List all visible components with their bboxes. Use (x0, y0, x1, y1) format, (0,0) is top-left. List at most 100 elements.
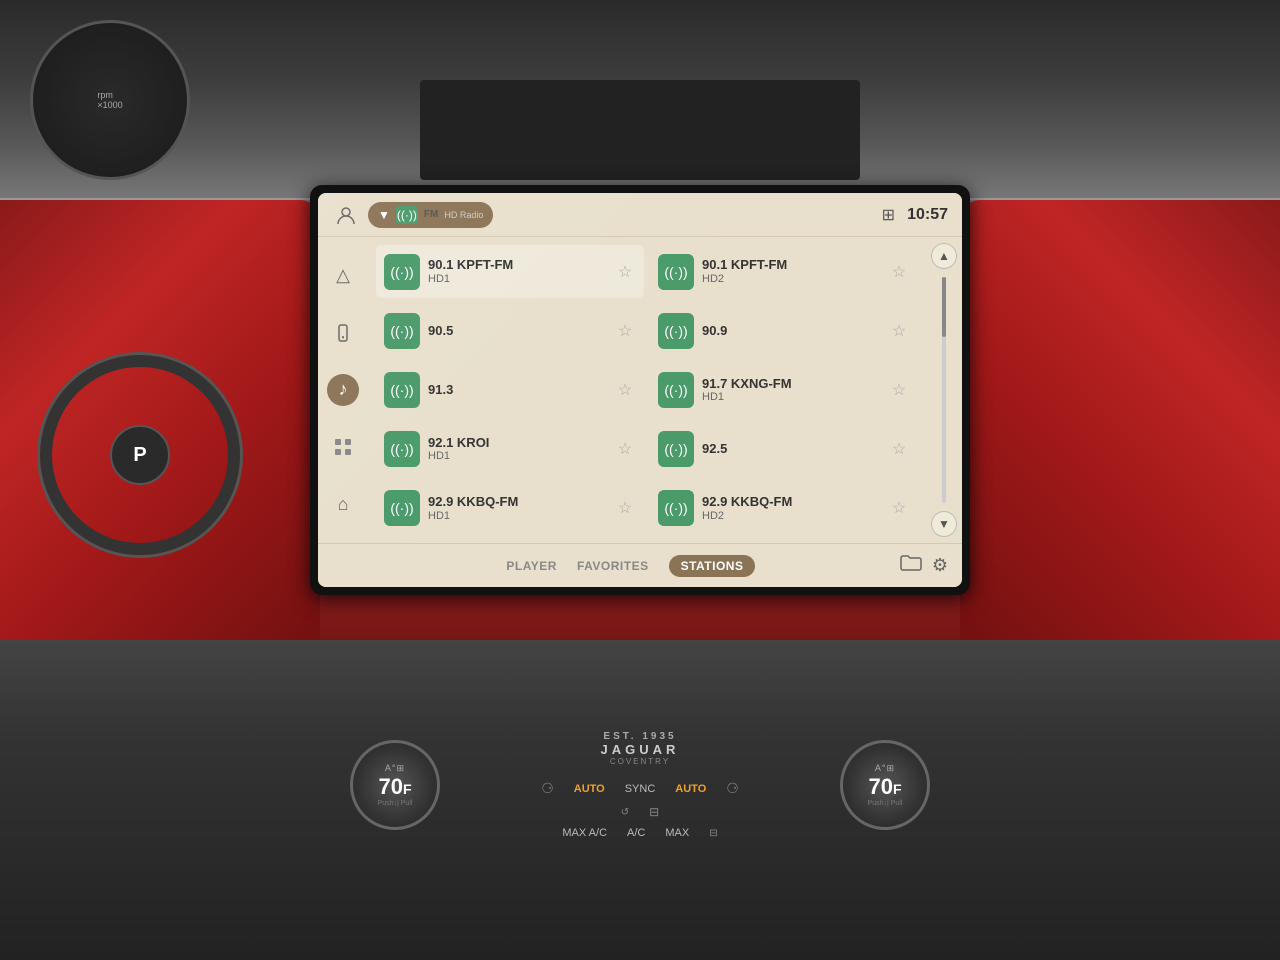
station-freq: 91.7 KXNG-FM (702, 376, 880, 392)
station-signal-btn[interactable]: ((·)) (384, 372, 420, 408)
dashboard-bottom: A°⊞ 70F Push↓| Pull EST. 1935 JAGUAR COV… (0, 640, 1280, 960)
signal-waves-icon: ((·)) (664, 441, 687, 457)
station-item[interactable]: ((·)) 92.9 KKBQ-FM HD1 ☆ (376, 482, 644, 535)
signal-waves-icon: ((·)) (390, 500, 413, 516)
station-item[interactable]: ((·)) 90.5 ☆ (376, 304, 644, 357)
station-sub: HD1 (428, 273, 606, 286)
user-icon[interactable] (332, 201, 360, 229)
tab-player[interactable]: PLAYER (506, 559, 557, 573)
nav-icon[interactable]: △ (327, 260, 359, 292)
station-signal-btn[interactable]: ((·)) (658, 490, 694, 526)
right-temp-sub: Push↓| Pull (868, 800, 903, 807)
right-temp-knob[interactable]: A°⊞ 70F Push↓| Pull (840, 740, 930, 830)
screen-bezel: ▼ ((·)) FM HD Radio ⊞ 10:57 (310, 185, 970, 595)
climate-center: EST. 1935 JAGUAR COVENTRY ⚆ AUTO SYNC AU… (440, 731, 840, 839)
station-sub: HD2 (702, 510, 880, 523)
favorite-star-btn[interactable]: ☆ (614, 497, 636, 519)
favorite-star-btn[interactable]: ☆ (614, 261, 636, 283)
signal-waves-icon: ((·)) (664, 382, 687, 398)
station-freq: 90.1 KPFT-FM (428, 257, 606, 273)
screen-header: ▼ ((·)) FM HD Radio ⊞ 10:57 (318, 193, 962, 237)
recirculate-icon[interactable]: ↺ (621, 807, 629, 818)
fan-icon[interactable]: ⚆ (541, 780, 554, 797)
settings-icon[interactable]: ⚙ (932, 555, 948, 576)
climate-sync-label: SYNC (625, 783, 656, 795)
left-temp-knob[interactable]: A°⊞ 70F Push↓| Pull (350, 740, 440, 830)
scroll-down-button[interactable]: ▼ (931, 511, 957, 537)
station-item[interactable]: ((·)) 92.9 KKBQ-FM HD2 ☆ (650, 482, 918, 535)
station-signal-btn[interactable]: ((·)) (384, 490, 420, 526)
favorite-star-btn[interactable]: ☆ (614, 379, 636, 401)
scrollbar-area: ▲ ▼ (926, 237, 962, 543)
max-ac-label[interactable]: MAX A/C (562, 827, 607, 839)
phone-icon[interactable] (327, 317, 359, 349)
clock-display: 10:57 (907, 206, 948, 224)
station-item[interactable]: ((·)) 92.1 KROI HD1 ☆ (376, 423, 644, 476)
footer-tabs: PLAYER FAVORITES STATIONS (506, 555, 755, 577)
station-signal-btn[interactable]: ((·)) (658, 372, 694, 408)
scrollbar-track (942, 277, 946, 503)
signal-icon: ((·)) (396, 206, 418, 224)
station-info: 92.1 KROI HD1 (428, 435, 606, 464)
heat-seat-icon[interactable]: ⊟ (649, 805, 659, 819)
source-selector[interactable]: ▼ ((·)) FM HD Radio (368, 202, 493, 228)
favorite-star-btn[interactable]: ☆ (614, 320, 636, 342)
rear-fan-icon[interactable]: ⚆ (726, 780, 739, 797)
left-temp-sub: Push↓| Pull (378, 800, 413, 807)
station-item[interactable]: ((·)) 91.3 ☆ (376, 363, 644, 416)
station-item[interactable]: ((·)) 90.1 KPFT-FM HD2 ☆ (650, 245, 918, 298)
favorite-star-btn[interactable]: ☆ (888, 438, 910, 460)
station-signal-btn[interactable]: ((·)) (658, 313, 694, 349)
station-sub: HD1 (428, 510, 606, 523)
max-heat-label[interactable]: MAX (665, 827, 689, 839)
infotainment-screen: ▼ ((·)) FM HD Radio ⊞ 10:57 (318, 193, 962, 587)
apps-icon[interactable] (327, 431, 359, 463)
station-freq: 90.1 KPFT-FM (702, 257, 880, 273)
left-temp-value: 70F (378, 774, 413, 800)
station-signal-btn[interactable]: ((·)) (658, 254, 694, 290)
screen-footer: PLAYER FAVORITES STATIONS ⚙ (318, 543, 962, 587)
station-signal-btn[interactable]: ((·)) (384, 254, 420, 290)
favorite-star-btn[interactable]: ☆ (888, 320, 910, 342)
station-sub: HD1 (702, 391, 880, 404)
home-icon[interactable]: ⌂ (327, 488, 359, 520)
climate-auto-label: AUTO (574, 783, 605, 795)
station-freq: 92.1 KROI (428, 435, 606, 451)
hd-radio-badge: HD Radio (444, 210, 483, 220)
station-freq: 90.9 (702, 323, 880, 339)
favorite-star-btn[interactable]: ☆ (888, 261, 910, 283)
station-signal-btn[interactable]: ((·)) (658, 431, 694, 467)
header-left: ▼ ((·)) FM HD Radio (332, 201, 493, 229)
signal-waves-icon: ((·)) (390, 441, 413, 457)
station-info: 92.5 (702, 441, 880, 457)
station-info: 91.7 KXNG-FM HD1 (702, 376, 880, 405)
station-info: 92.9 KKBQ-FM HD1 (428, 494, 606, 523)
station-item[interactable]: ((·)) 90.1 KPFT-FM HD1 ☆ (376, 245, 644, 298)
tab-favorites[interactable]: FAVORITES (577, 559, 649, 573)
folder-icon[interactable] (900, 554, 922, 577)
sidebar-left: △ ♪ (318, 237, 368, 543)
favorite-star-btn[interactable]: ☆ (888, 497, 910, 519)
station-info: 90.1 KPFT-FM HD1 (428, 257, 606, 286)
station-item[interactable]: ((·)) 90.9 ☆ (650, 304, 918, 357)
station-sub: HD1 (428, 450, 606, 463)
rear-defrost-icon[interactable]: ⊟ (709, 828, 717, 839)
signal-waves-icon: ((·)) (390, 382, 413, 398)
station-signal-btn[interactable]: ((·)) (384, 313, 420, 349)
leather-panel-right (960, 200, 1280, 660)
jaguar-location: COVENTRY (601, 757, 680, 766)
scroll-up-button[interactable]: ▲ (931, 243, 957, 269)
station-item[interactable]: ((·)) 91.7 KXNG-FM HD1 ☆ (650, 363, 918, 416)
favorite-star-btn[interactable]: ☆ (888, 379, 910, 401)
grid-view-icon[interactable]: ⊞ (882, 205, 895, 225)
station-signal-btn[interactable]: ((·)) (384, 431, 420, 467)
scrollbar-thumb[interactable] (942, 277, 946, 337)
music-icon[interactable]: ♪ (327, 374, 359, 406)
station-item[interactable]: ((·)) 92.5 ☆ (650, 423, 918, 476)
station-info: 92.9 KKBQ-FM HD2 (702, 494, 880, 523)
tab-stations[interactable]: STATIONS (669, 555, 756, 577)
favorite-star-btn[interactable]: ☆ (614, 438, 636, 460)
ac-label[interactable]: A/C (627, 827, 645, 839)
jaguar-name: JAGUAR (601, 742, 680, 757)
right-temp-value: 70F (868, 774, 903, 800)
